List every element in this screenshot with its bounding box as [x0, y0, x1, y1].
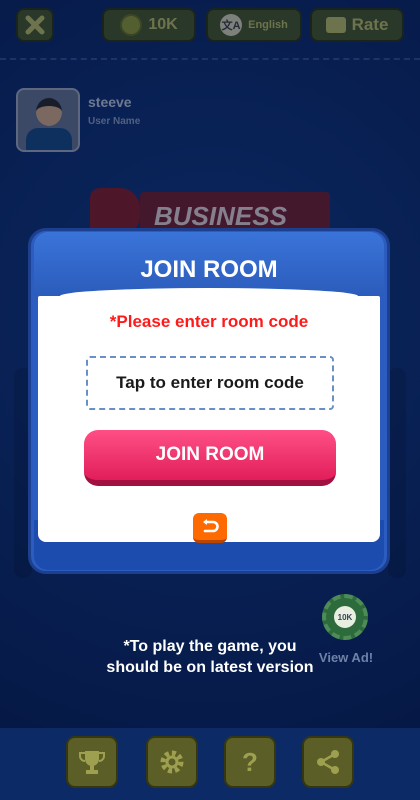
- undo-icon: [203, 518, 219, 532]
- help-button[interactable]: ?: [224, 736, 276, 788]
- version-note: *To play the game, you should be on late…: [0, 636, 420, 678]
- version-note-line1: *To play the game, you: [123, 638, 297, 655]
- dialog-title: JOIN ROOM: [140, 256, 278, 283]
- leaderboard-button[interactable]: [66, 736, 118, 788]
- question-icon: ?: [242, 746, 258, 777]
- settings-button[interactable]: [146, 736, 198, 788]
- error-message: *Please enter room code: [109, 312, 309, 331]
- room-code-input[interactable]: [86, 356, 334, 410]
- dialog-body: *Please enter room code JOIN ROOM: [38, 288, 380, 543]
- chip-icon: 10K: [322, 594, 368, 640]
- gear-icon: [160, 750, 184, 774]
- share-icon: [317, 750, 339, 774]
- version-note-line2: should be on latest version: [106, 659, 314, 676]
- join-room-button[interactable]: JOIN ROOM: [84, 430, 336, 486]
- chip-value: 10K: [334, 606, 356, 628]
- trophy-icon: [79, 751, 105, 774]
- share-button[interactable]: [302, 736, 354, 788]
- back-button[interactable]: [193, 513, 227, 543]
- join-room-dialog: JOIN ROOM *Please enter room code JOIN R…: [28, 228, 390, 574]
- bottom-nav: ?: [0, 728, 420, 800]
